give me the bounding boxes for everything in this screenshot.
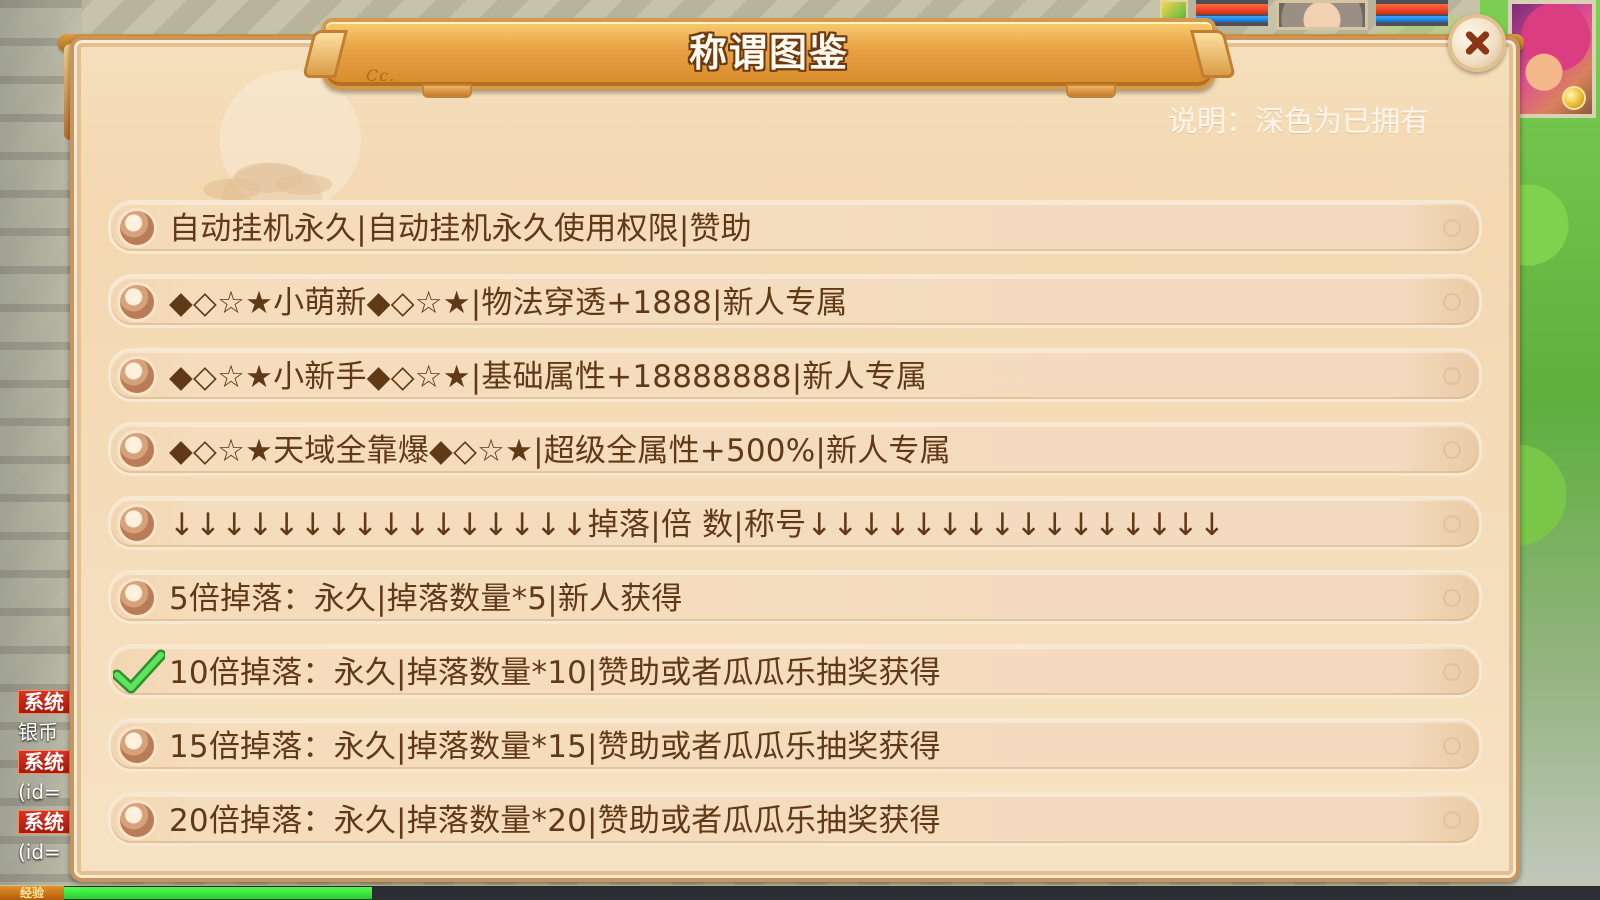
experience-label: 经验 xyxy=(0,886,64,900)
title-row[interactable]: ◆◇☆★小萌新◆◇☆★|物法穿透+1888|新人专属 xyxy=(108,274,1482,328)
circle-marker-icon xyxy=(117,208,157,248)
title-row-text: ↓↓↓↓↓↓↓↓↓↓↓↓↓↓↓↓掉落|倍 数|称号↓↓↓↓↓↓↓↓↓↓↓↓↓↓↓… xyxy=(169,507,1226,543)
chat-strip: 系统 银币 系统 (id= 系统 (id= xyxy=(0,690,70,880)
title-row-text: 20倍掉落：永久|掉落数量*20|赞助或者瓜瓜乐抽奖获得 xyxy=(169,803,941,839)
title-row-text: ◆◇☆★小新手◆◇☆★|基础属性+18888888|新人专属 xyxy=(169,359,928,395)
close-icon xyxy=(1463,29,1491,57)
experience-bar-fill xyxy=(64,887,372,899)
title-row[interactable]: ◆◇☆★天域全靠爆◆◇☆★|超级全属性+500%|新人专属 xyxy=(108,422,1482,476)
row-end-ornament-icon xyxy=(1443,515,1461,533)
title-row[interactable]: 15倍掉落：永久|掉落数量*15|赞助或者瓜瓜乐抽奖获得 xyxy=(108,718,1482,772)
game-scene: 系统 银币 系统 (id= 系统 (id= 经验 Cc. 称谓图鉴 说明：深色为… xyxy=(0,0,1600,900)
hero-portrait[interactable] xyxy=(1508,0,1596,118)
title-row-owned[interactable]: 10倍掉落：永久|掉落数量*10|赞助或者瓜瓜乐抽奖获得 xyxy=(108,644,1482,698)
title-row[interactable]: ↓↓↓↓↓↓↓↓↓↓↓↓↓↓↓↓掉落|倍 数|称号↓↓↓↓↓↓↓↓↓↓↓↓↓↓↓… xyxy=(108,496,1482,550)
page-title: 称谓图鉴 xyxy=(688,31,849,75)
chat-line: 银币 xyxy=(18,720,58,744)
owned-legend: 说明：深色为已拥有 xyxy=(1168,104,1430,138)
title-row[interactable]: 自动挂机永久|自动挂机永久使用权限|赞助 xyxy=(108,200,1482,254)
coin-icon xyxy=(1562,86,1586,110)
title-row-text: 自动挂机永久|自动挂机永久使用权限|赞助 xyxy=(169,211,752,247)
circle-marker-icon xyxy=(117,356,157,396)
chat-line: (id= xyxy=(18,780,61,804)
check-icon xyxy=(113,649,165,694)
title-row-text: ◆◇☆★小萌新◆◇☆★|物法穿透+1888|新人专属 xyxy=(169,285,848,321)
title-row-text: ◆◇☆★天域全靠爆◆◇☆★|超级全属性+500%|新人专属 xyxy=(169,433,951,469)
circle-marker-icon xyxy=(117,282,157,322)
title-row[interactable]: 5倍掉落：永久|掉落数量*5|新人获得 xyxy=(108,570,1482,624)
close-button[interactable] xyxy=(1448,14,1506,72)
row-end-ornament-icon xyxy=(1443,589,1461,607)
row-end-ornament-icon xyxy=(1443,737,1461,755)
title-row-text: 15倍掉落：永久|掉落数量*15|赞助或者瓜瓜乐抽奖获得 xyxy=(169,729,941,765)
row-end-ornament-icon xyxy=(1443,219,1461,237)
circle-marker-icon xyxy=(117,504,157,544)
chat-line: (id= xyxy=(18,840,61,864)
title-row-text: 10倍掉落：永久|掉落数量*10|赞助或者瓜瓜乐抽奖获得 xyxy=(169,655,941,691)
row-end-ornament-icon xyxy=(1443,367,1461,385)
panel-title-banner: Cc. 称谓图鉴 xyxy=(322,18,1216,98)
system-chat-badge: 系统 xyxy=(18,690,70,714)
mana-bar xyxy=(1376,16,1448,22)
party-avatar[interactable] xyxy=(1276,0,1368,30)
system-chat-badge: 系统 xyxy=(18,750,70,774)
title-row[interactable]: ◆◇☆★小新手◆◇☆★|基础属性+18888888|新人专属 xyxy=(108,348,1482,402)
title-row[interactable]: 20倍掉落：永久|掉落数量*20|赞助或者瓜瓜乐抽奖获得 xyxy=(108,792,1482,846)
banner-tab xyxy=(422,84,472,98)
system-chat-badge: 系统 xyxy=(18,810,70,834)
title-row-text: 5倍掉落：永久|掉落数量*5|新人获得 xyxy=(169,581,683,617)
circle-marker-icon xyxy=(117,800,157,840)
row-end-ornament-icon xyxy=(1443,811,1461,829)
health-bar xyxy=(1196,4,1268,14)
banner-tab xyxy=(1066,84,1116,98)
circle-marker-icon xyxy=(117,578,157,618)
health-bar xyxy=(1376,4,1448,14)
row-end-ornament-icon xyxy=(1443,663,1461,681)
hud-health-mana-right xyxy=(1376,0,1448,26)
circle-marker-icon xyxy=(117,430,157,470)
row-end-ornament-icon xyxy=(1443,441,1461,459)
row-end-ornament-icon xyxy=(1443,293,1461,311)
experience-bar: 经验 xyxy=(0,885,1600,900)
circle-marker-icon xyxy=(117,726,157,766)
